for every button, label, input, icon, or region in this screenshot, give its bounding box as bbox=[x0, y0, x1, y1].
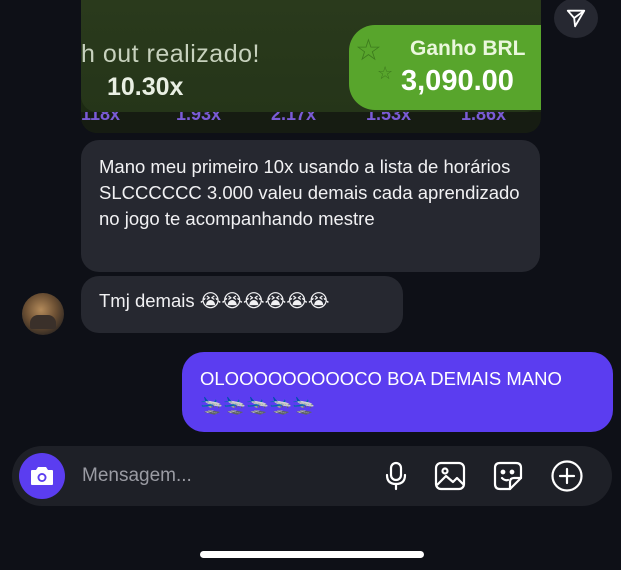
shared-image-content: h out realizado! 10.30x ☆ ☆ Ganho BRL 3,… bbox=[81, 0, 541, 112]
share-button[interactable] bbox=[554, 0, 598, 38]
history-item: 2.17x bbox=[271, 112, 317, 124]
history-strip: 118x 1.93x 2.17x 1.53x 1.86x bbox=[81, 112, 541, 133]
home-indicator[interactable] bbox=[200, 551, 424, 558]
sticker-icon bbox=[493, 461, 523, 491]
message-incoming[interactable]: Tmj demais 😭😭😭😭😭😭 bbox=[81, 276, 403, 333]
gallery-button[interactable] bbox=[433, 459, 467, 493]
microphone-button[interactable] bbox=[379, 459, 413, 493]
message-outgoing[interactable]: OLOOOOOOOOOCO BOA DEMAIS MANO 🛬🛬🛬🛬🛬 bbox=[182, 352, 613, 432]
cashout-text: h out realizado! bbox=[81, 40, 260, 68]
paper-plane-icon bbox=[566, 9, 586, 28]
shared-image[interactable]: h out realizado! 10.30x ☆ ☆ Ganho BRL 3,… bbox=[81, 0, 541, 133]
message-incoming[interactable]: Mano meu primeiro 10x usando a lista de … bbox=[81, 140, 540, 272]
message-text: Mano meu primeiro 10x usando a lista de … bbox=[99, 156, 520, 229]
win-badge: ☆ ☆ Ganho BRL 3,090.00 bbox=[349, 25, 541, 110]
message-emoji: 🛬🛬🛬🛬🛬 bbox=[200, 394, 316, 415]
message-text: OLOOOOOOOOOCO BOA DEMAIS MANO bbox=[200, 368, 562, 389]
history-item: 1.93x bbox=[176, 112, 222, 124]
add-button[interactable] bbox=[550, 459, 584, 493]
win-label: Ganho BRL bbox=[410, 37, 526, 60]
image-icon bbox=[434, 461, 466, 491]
star-icon: ☆ bbox=[377, 63, 394, 83]
chat-screen: h out realizado! 10.30x ☆ ☆ Ganho BRL 3,… bbox=[0, 0, 621, 570]
message-composer bbox=[12, 446, 612, 506]
camera-button[interactable] bbox=[19, 453, 65, 499]
microphone-icon bbox=[385, 461, 407, 491]
cashout-multiplier: 10.30x bbox=[107, 73, 184, 101]
message-input[interactable] bbox=[80, 460, 384, 492]
camera-icon bbox=[31, 467, 53, 485]
message-text: Tmj demais 😭😭😭😭😭😭 bbox=[99, 290, 330, 311]
win-value: 3,090.00 bbox=[401, 65, 514, 97]
history-item: 1.53x bbox=[366, 112, 412, 124]
history-item: 1.86x bbox=[461, 112, 507, 124]
sticker-button[interactable] bbox=[491, 459, 525, 493]
history-item: 118x bbox=[81, 112, 121, 124]
avatar[interactable] bbox=[22, 293, 64, 335]
plus-circle-icon bbox=[551, 460, 583, 492]
